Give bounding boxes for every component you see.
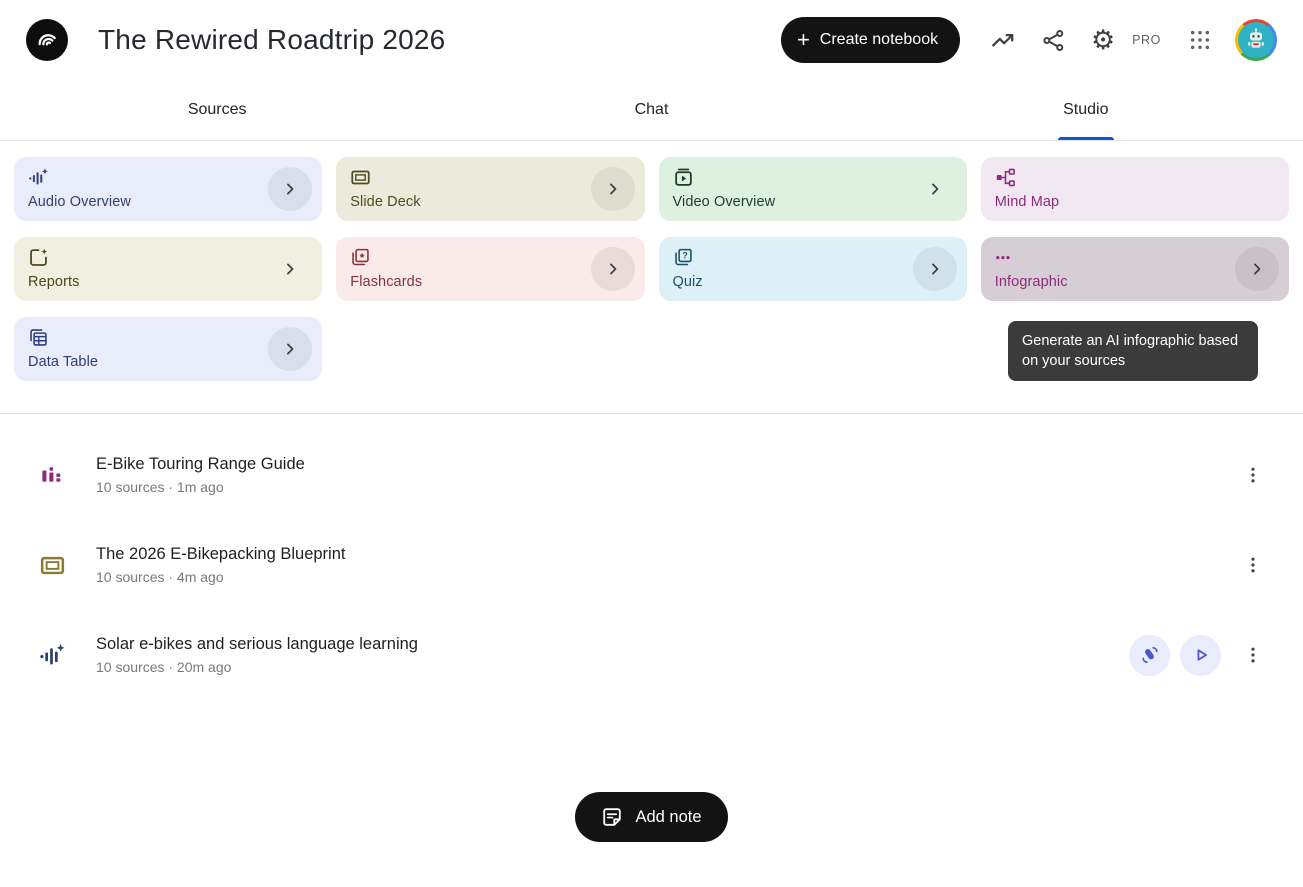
tab-chat[interactable]: Chat [434,80,868,140]
card-video-overview[interactable]: Video Overview [659,157,967,221]
card-slide-deck[interactable]: Slide Deck [336,157,644,221]
card-label: Infographic [995,274,1233,290]
tab-active-underline [1058,137,1114,140]
tab-studio[interactable]: Studio [869,80,1303,140]
list-item[interactable]: E-Bike Touring Range Guide 10 sources · … [38,430,1273,520]
studio-card-panel: Audio Overview Slide Deck [0,141,1303,414]
ellipsis-loading-icon [995,247,1233,267]
card-infographic[interactable]: Infographic [981,237,1289,301]
play-audio-button[interactable] [1180,635,1221,676]
chevron-button[interactable] [591,167,635,211]
report-sparkle-icon [28,247,266,267]
play-icon [1190,644,1212,666]
settings-button[interactable]: ⚙ [1082,19,1124,61]
card-quiz[interactable]: ? Quiz [659,237,967,301]
apps-grid-icon [1189,29,1211,51]
card-reports[interactable]: Reports [14,237,322,301]
svg-text:?: ? [682,250,687,260]
kebab-menu-icon [1243,645,1263,665]
item-meta: 10 sources · 1m ago [96,479,305,495]
logo-arcs-icon [34,27,60,53]
infographic-bars-icon [38,462,66,489]
card-flashcards[interactable]: Flashcards [336,237,644,301]
card-mind-map[interactable]: Mind Map [981,157,1289,221]
add-note-button[interactable]: Add note [575,792,727,842]
add-note-label: Add note [635,808,701,827]
card-data-table[interactable]: Data Table [14,317,322,381]
chevron-button[interactable] [913,247,957,291]
kebab-menu-icon [1243,465,1263,485]
create-notebook-button[interactable]: + Create notebook [781,17,960,63]
card-label: Quiz [673,274,911,290]
interactive-mode-button[interactable] [1129,635,1170,676]
item-title: E-Bike Touring Range Guide [96,455,305,474]
chevron-button[interactable] [268,327,312,371]
chevron-right-icon [603,259,623,279]
audio-waveform-icon [28,167,266,187]
share-icon [1041,28,1066,53]
quiz-icon: ? [673,247,911,267]
chevron-button[interactable] [1235,247,1279,291]
video-overview-icon [673,167,911,187]
chevron-right-icon [280,339,300,359]
chevron-right-icon [925,179,945,199]
item-meta: 10 sources · 20m ago [96,659,418,675]
data-table-icon [28,327,266,347]
item-title: Solar e-bikes and serious language learn… [96,635,418,654]
chevron-right-icon [280,259,300,279]
chevron-button[interactable] [268,167,312,211]
item-menu-button[interactable] [1233,455,1273,495]
main-tabs: Sources Chat Studio [0,80,1303,141]
create-notebook-label: Create notebook [820,31,938,49]
pro-badge: PRO [1132,33,1161,47]
note-icon [601,806,623,828]
chevron-button[interactable] [591,247,635,291]
artifact-list: E-Bike Touring Range Guide 10 sources · … [0,414,1303,700]
card-label: Data Table [28,354,266,370]
robot-avatar-icon [1243,27,1269,53]
chevron-button[interactable] [913,167,957,211]
kebab-menu-icon [1243,555,1263,575]
item-title: The 2026 E-Bikepacking Blueprint [96,545,345,564]
tab-sources[interactable]: Sources [0,80,434,140]
card-label: Reports [28,274,266,290]
audio-waveform-icon [38,642,66,669]
plus-icon: + [797,29,810,51]
card-label: Video Overview [673,194,911,210]
notebooklm-logo[interactable] [26,19,68,61]
page-title: The Rewired Roadtrip 2026 [98,24,445,56]
card-audio-overview[interactable]: Audio Overview [14,157,322,221]
gear-icon: ⚙ [1091,27,1115,54]
tab-chat-label: Chat [635,101,669,119]
mind-map-icon [995,167,1233,187]
tab-sources-label: Sources [188,101,247,119]
tab-studio-label: Studio [1063,101,1108,119]
item-menu-button[interactable] [1233,635,1273,675]
avatar[interactable] [1235,19,1277,61]
apps-grid-button[interactable] [1179,19,1221,61]
analytics-button[interactable] [982,19,1024,61]
chevron-button[interactable] [268,247,312,291]
share-button[interactable] [1032,19,1074,61]
infographic-tooltip: Generate an AI infographic based on your… [1008,321,1258,381]
card-label: Slide Deck [350,194,588,210]
trending-up-icon [990,27,1016,53]
flashcards-icon [350,247,588,267]
slide-deck-icon [38,552,66,579]
waving-hand-icon [1139,644,1161,666]
card-label: Flashcards [350,274,588,290]
chevron-right-icon [925,259,945,279]
chevron-right-icon [603,179,623,199]
item-meta: 10 sources · 4m ago [96,569,345,585]
slide-deck-icon [350,167,588,187]
card-label: Audio Overview [28,194,266,210]
list-item[interactable]: Solar e-bikes and serious language learn… [38,610,1273,700]
chevron-right-icon [1247,259,1267,279]
list-item[interactable]: The 2026 E-Bikepacking Blueprint 10 sour… [38,520,1273,610]
app-header: The Rewired Roadtrip 2026 + Create noteb… [0,0,1303,80]
add-note-row: Add note [0,792,1303,842]
card-label: Mind Map [995,194,1233,210]
item-menu-button[interactable] [1233,545,1273,585]
chevron-right-icon [280,179,300,199]
